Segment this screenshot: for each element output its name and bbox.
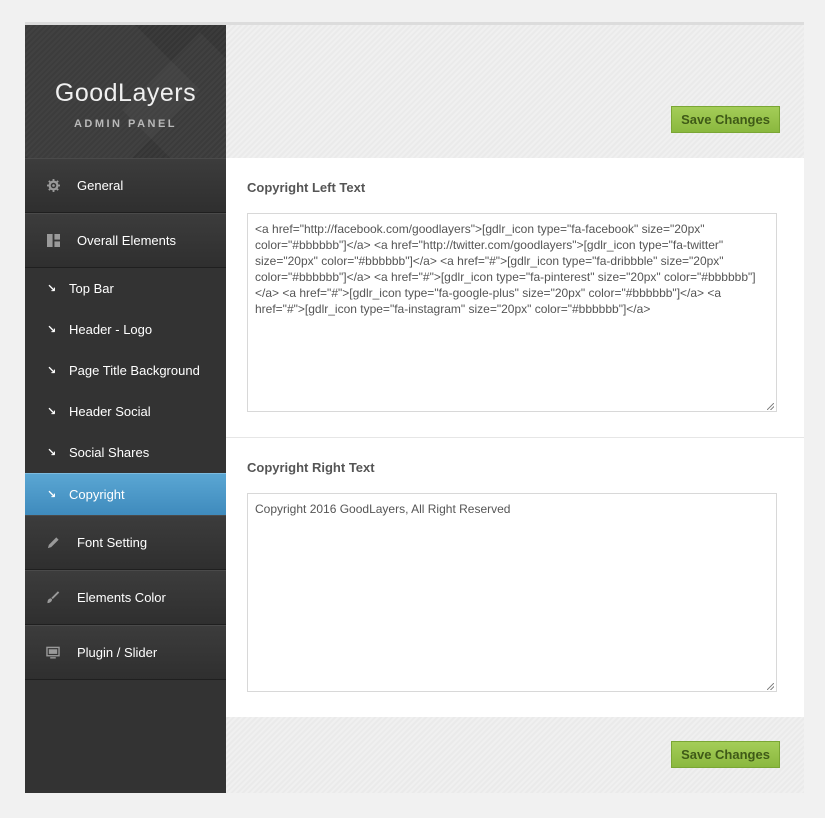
submenu-item-label: Header - Logo — [69, 322, 153, 337]
copyright-right-section: Copyright Right Text Copyright 2016 Good… — [226, 438, 804, 717]
sidebar-item-label: Overall Elements — [77, 233, 176, 248]
sidebar-item-elements-color[interactable]: Elements Color — [25, 570, 226, 625]
sidebar-item-label: Elements Color — [77, 590, 166, 605]
submenu-item-page-title-background[interactable]: ↘ Page Title Background — [25, 350, 226, 391]
submenu-item-label: Top Bar — [69, 281, 114, 296]
section-title: Copyright Left Text — [247, 180, 366, 195]
submenu-item-label: Social Shares — [69, 445, 150, 460]
copyright-right-textarea[interactable]: Copyright 2016 GoodLayers, All Right Res… — [247, 493, 777, 692]
brand-header: GoodLayers ADMIN PANEL — [25, 25, 226, 158]
monitor-icon — [45, 645, 61, 661]
sidebar-item-label: Font Setting — [77, 535, 148, 550]
submenu-overall-elements: ↘ Top Bar ↘ Header - Logo ↘ Page Title B… — [25, 268, 226, 515]
submenu-item-top-bar[interactable]: ↘ Top Bar — [25, 268, 226, 309]
gear-icon — [45, 178, 61, 194]
arrow-down-right-icon: ↘ — [47, 489, 57, 501]
submenu-item-social-shares[interactable]: ↘ Social Shares — [25, 432, 226, 473]
sidebar-item-label: General — [77, 178, 124, 193]
submenu-item-label: Copyright — [69, 487, 125, 502]
pencil-icon — [45, 535, 61, 551]
resize-handle-icon[interactable] — [767, 403, 774, 410]
main-content: Save Changes Copyright Left Text <a href… — [226, 25, 804, 793]
submenu-item-header-social[interactable]: ↘ Header Social — [25, 391, 226, 432]
copyright-left-section: Copyright Left Text <a href="http://face… — [226, 158, 804, 438]
admin-frame: GoodLayers ADMIN PANEL General Overall E… — [25, 22, 804, 793]
brand-subtitle: ADMIN PANEL — [73, 118, 178, 130]
arrow-down-right-icon: ↘ — [47, 406, 57, 418]
arrow-down-right-icon: ↘ — [47, 447, 57, 459]
sidebar: GoodLayers ADMIN PANEL General Overall E… — [25, 25, 226, 793]
submenu-item-label: Header Social — [69, 404, 151, 419]
sidebar-item-plugin-slider[interactable]: Plugin / Slider — [25, 625, 226, 680]
arrow-down-right-icon: ↘ — [47, 365, 57, 377]
layout-icon — [45, 233, 61, 249]
options-panel: Copyright Left Text <a href="http://face… — [226, 158, 804, 717]
submenu-item-label: Page Title Background — [69, 363, 200, 378]
sidebar-item-label: Plugin / Slider — [77, 645, 158, 660]
section-title: Copyright Right Text — [247, 460, 375, 475]
save-changes-button-bottom[interactable]: Save Changes — [671, 741, 780, 768]
brush-icon — [45, 590, 61, 606]
save-changes-button-top[interactable]: Save Changes — [671, 106, 780, 133]
copyright-left-textarea[interactable]: <a href="http://facebook.com/goodlayers"… — [247, 213, 777, 412]
brand-title: GoodLayers — [54, 79, 197, 107]
arrow-down-right-icon: ↘ — [47, 324, 57, 336]
submenu-item-header-logo[interactable]: ↘ Header - Logo — [25, 309, 226, 350]
sidebar-item-general[interactable]: General — [25, 158, 226, 213]
resize-handle-icon[interactable] — [767, 683, 774, 690]
sidebar-item-font-setting[interactable]: Font Setting — [25, 515, 226, 570]
sidebar-item-overall-elements[interactable]: Overall Elements — [25, 213, 226, 268]
arrow-down-right-icon: ↘ — [47, 283, 57, 295]
submenu-item-copyright[interactable]: ↘ Copyright — [25, 473, 226, 515]
